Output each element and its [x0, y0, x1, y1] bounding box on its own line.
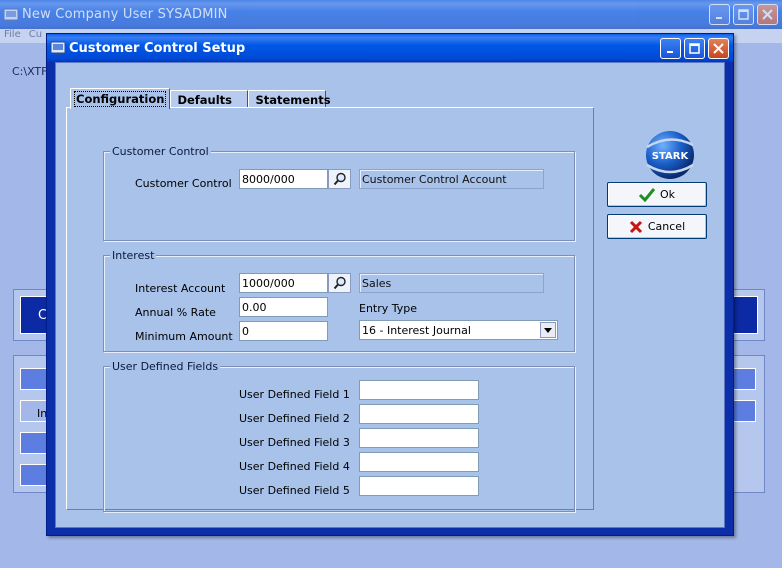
- udf-5-label: User Defined Field 5: [239, 484, 350, 497]
- udf-1-input[interactable]: [359, 380, 479, 400]
- annual-rate-input[interactable]: [239, 297, 328, 317]
- tab-defaults[interactable]: Defaults: [170, 90, 249, 108]
- app-icon: [3, 8, 19, 22]
- menu-customer[interactable]: Cu: [29, 29, 42, 43]
- dialog-title-bar[interactable]: Customer Control Setup: [47, 34, 733, 62]
- dialog-minimize-button[interactable]: [660, 38, 681, 59]
- tab-defaults-label: Defaults: [177, 92, 233, 107]
- minimum-amount-label: Minimum Amount: [135, 330, 233, 343]
- udf-1-label: User Defined Field 1: [239, 388, 350, 401]
- user-defined-fields-group: User Defined Fields User Defined Field 1…: [103, 360, 575, 512]
- interest-group-label: Interest: [110, 249, 157, 262]
- interest-account-description: Sales: [359, 273, 544, 293]
- customer-control-setup-dialog: Customer Control Setup Configuration Def…: [46, 33, 734, 536]
- minimum-amount-input[interactable]: [239, 321, 328, 341]
- path-text: C:\XTF: [12, 65, 48, 78]
- minimize-icon: [715, 16, 722, 19]
- minimize-icon: [666, 50, 673, 53]
- customer-control-description: Customer Control Account: [359, 169, 544, 189]
- interest-account-input[interactable]: [239, 273, 328, 293]
- cancel-button[interactable]: Cancel: [607, 214, 707, 239]
- tab-configuration[interactable]: Configuration: [70, 88, 171, 109]
- interest-account-lookup-button[interactable]: [328, 273, 351, 293]
- close-icon: [762, 9, 773, 20]
- udf-3-label: User Defined Field 3: [239, 436, 350, 449]
- menu-file[interactable]: File: [4, 29, 21, 43]
- customer-control-label: Customer Control: [135, 177, 232, 190]
- dialog-maximize-button[interactable]: [684, 38, 705, 59]
- tab-strip: Configuration Defaults Statements: [70, 88, 331, 109]
- udf-4-label: User Defined Field 4: [239, 460, 350, 473]
- configuration-tab-page: Customer Control Customer Control Custom…: [66, 107, 594, 512]
- tab-configuration-label: Configuration: [73, 91, 167, 107]
- magnifier-icon: [333, 172, 346, 186]
- customer-control-lookup-button[interactable]: [328, 169, 351, 189]
- interest-group: Interest Interest Account Sales Annual %…: [103, 249, 575, 352]
- cancel-button-label: Cancel: [647, 220, 686, 233]
- udf-2-label: User Defined Field 2: [239, 412, 350, 425]
- entry-type-value: 16 - Interest Journal: [362, 324, 471, 337]
- x-icon: [629, 220, 642, 233]
- customer-control-group-label: Customer Control: [110, 145, 211, 158]
- stark-logo: STARK: [646, 131, 694, 188]
- annual-rate-label: Annual % Rate: [135, 306, 216, 319]
- udf-2-input[interactable]: [359, 404, 479, 424]
- maximize-icon: [689, 43, 700, 54]
- minimize-button[interactable]: [709, 4, 730, 25]
- ok-button[interactable]: Ok: [607, 182, 707, 207]
- main-window-title: New Company User SYSADMIN: [22, 7, 228, 22]
- udf-3-input[interactable]: [359, 428, 479, 448]
- tab-statements[interactable]: Statements: [248, 90, 331, 108]
- entry-type-label: Entry Type: [359, 302, 418, 315]
- customer-control-input[interactable]: [239, 169, 328, 189]
- maximize-button[interactable]: [733, 4, 754, 25]
- close-icon: [713, 43, 724, 54]
- tab-statements-label: Statements: [255, 92, 331, 107]
- dialog-close-button[interactable]: [708, 38, 729, 59]
- customer-control-group: Customer Control Customer Control Custom…: [103, 145, 575, 241]
- dialog-content: Configuration Defaults Statements Custom…: [55, 62, 725, 528]
- ok-button-label: Ok: [659, 188, 676, 201]
- main-title-bar[interactable]: New Company User SYSADMIN: [0, 0, 782, 29]
- magnifier-icon: [333, 276, 346, 290]
- dialog-title: Customer Control Setup: [69, 40, 246, 56]
- user-defined-fields-group-label: User Defined Fields: [110, 360, 221, 373]
- dropdown-arrow-button[interactable]: [540, 322, 556, 338]
- chevron-down-icon: [544, 327, 552, 333]
- close-button[interactable]: [757, 4, 778, 25]
- checkmark-icon: [638, 187, 655, 202]
- logo-text: STARK: [652, 151, 690, 162]
- udf-4-input[interactable]: [359, 452, 479, 472]
- entry-type-select[interactable]: 16 - Interest Journal: [359, 320, 558, 340]
- interest-account-label: Interest Account: [135, 282, 226, 295]
- udf-5-input[interactable]: [359, 476, 479, 496]
- dialog-app-icon: [50, 41, 66, 55]
- maximize-icon: [738, 9, 749, 20]
